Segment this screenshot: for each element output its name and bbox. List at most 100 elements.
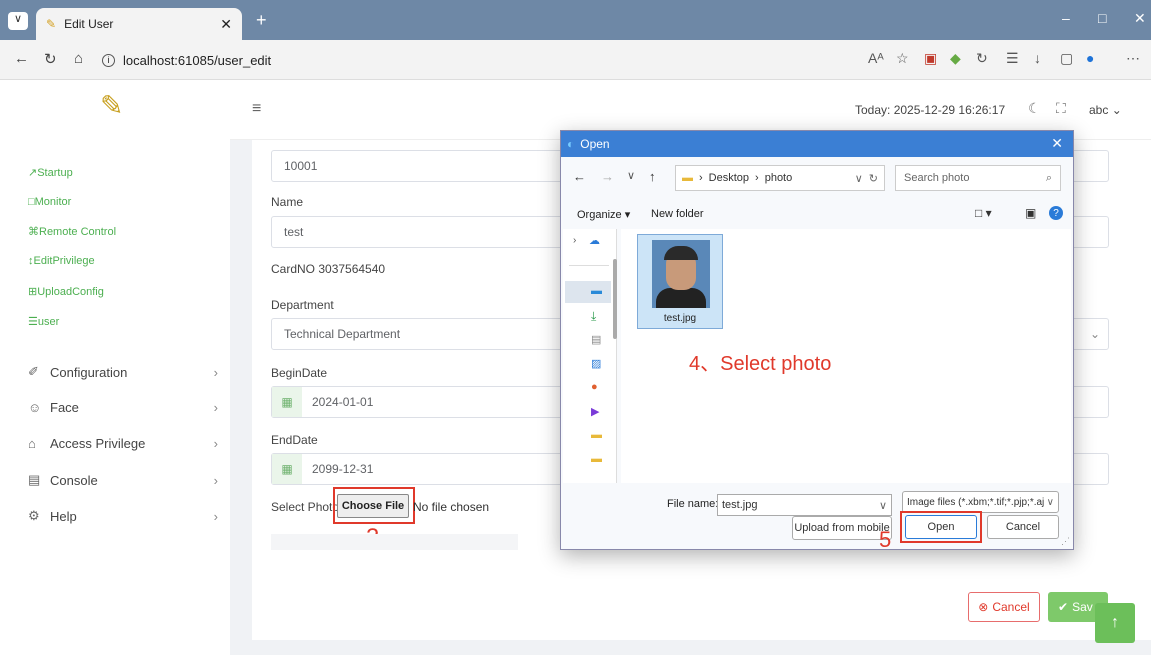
nav-item-desktop[interactable]: ▬ — [565, 281, 611, 303]
screenshot-icon[interactable]: ▢ — [1060, 50, 1073, 67]
file-name-value: test.jpg — [722, 499, 758, 511]
breadcrumb-sep: › — [755, 172, 759, 184]
theme-icon[interactable]: ☾ — [1028, 100, 1041, 117]
profile-icon[interactable]: ● — [1086, 50, 1094, 66]
folder-icon[interactable]: ▬ — [591, 453, 602, 465]
downloads-icon[interactable]: ⤓ — [591, 309, 596, 324]
gear-icon: ⚙ — [28, 508, 40, 523]
recent-locations-icon[interactable]: ∨ — [627, 169, 635, 182]
view-options-icon[interactable]: □ ▾ — [975, 206, 992, 220]
dialog-back-icon[interactable]: ← — [573, 169, 586, 184]
file-caption: test.jpg — [663, 313, 697, 324]
edge-icon: ◐ — [567, 137, 575, 151]
browser-tab[interactable]: ✎ Edit User ✕ — [36, 8, 242, 40]
chevron-right-icon: › — [213, 400, 218, 415]
more-icon[interactable]: ⋯ — [1126, 50, 1140, 67]
refresh-ext-icon[interactable]: ↻ — [976, 50, 988, 67]
desktop-icon: ▬ — [591, 285, 602, 297]
dialog-cancel-button[interactable]: Cancel — [987, 515, 1059, 539]
nav-divider — [569, 265, 609, 266]
videos-icon[interactable]: ▶ — [591, 405, 599, 418]
browser-tab-bar: ∨ ✎ Edit User ✕ + – □ ✕ — [0, 0, 1151, 40]
navigation-pane: › ☁ ▬ ⤓ ▤ ▨ ● ▶ ▬ ▬ — [563, 229, 617, 483]
documents-icon[interactable]: ▤ — [591, 333, 601, 346]
path-breadcrumb[interactable]: ▬ › Desktop › photo ∨ ↻ — [675, 165, 885, 191]
chevron-down-icon: ⌄ — [1089, 327, 1100, 341]
organize-button[interactable]: Organize ▾ — [577, 208, 630, 221]
download-icon[interactable]: ↓ — [1034, 50, 1041, 66]
refresh-icon[interactable]: ↻ — [44, 50, 57, 68]
file-type-select[interactable]: Image files (*.xbm;*.tif;*.pjp;*.aj ∨ — [902, 491, 1059, 513]
file-name-input[interactable]: test.jpg ∨ — [717, 494, 892, 516]
save-label: Sav — [1072, 600, 1093, 614]
begin-date-label: BeginDate — [271, 366, 328, 380]
breadcrumb-photo[interactable]: photo — [765, 172, 793, 184]
folder-icon[interactable]: ▬ — [591, 429, 602, 441]
extension2-icon[interactable]: ◆ — [950, 50, 961, 67]
window-close-icon[interactable]: ✕ — [1134, 10, 1146, 27]
new-tab-button[interactable]: + — [256, 10, 267, 31]
home-outline-icon: ⌂ — [28, 436, 36, 451]
onedrive-icon[interactable]: ☁ — [589, 234, 600, 247]
back-to-top-button[interactable]: ↑ — [1095, 603, 1135, 643]
tab-title: Edit User — [64, 17, 114, 31]
help-icon[interactable]: ? — [1049, 206, 1063, 220]
file-type-value: Image files (*.xbm;*.tif;*.pjp;*.aj — [907, 496, 1045, 508]
dialog-titlebar: ◐ Open — [561, 131, 1073, 157]
resize-grip-icon[interactable]: ⋰ — [1061, 536, 1070, 547]
shortcut-upload-config[interactable]: ⊞UploadConfig — [28, 285, 104, 298]
dialog-close-icon[interactable]: ✕ — [1051, 135, 1063, 152]
tab-list-button[interactable]: ∨ — [8, 12, 28, 30]
shortcut-monitor[interactable]: □Monitor — [28, 196, 71, 208]
begin-date-value: 2024-01-01 — [312, 395, 374, 409]
cancel-button[interactable]: ⊗ Cancel — [968, 592, 1040, 622]
shortcut-user[interactable]: ☰user — [28, 315, 59, 328]
menu-configuration[interactable]: ✐ Configuration › — [28, 364, 218, 380]
upload-from-mobile-button[interactable]: Upload from mobile — [792, 516, 892, 540]
preview-pane-icon[interactable]: ▣ — [1025, 206, 1036, 220]
breadcrumb-desktop[interactable]: Desktop — [709, 172, 749, 184]
favorite-star-icon[interactable]: ☆ — [896, 50, 909, 67]
choose-file-button[interactable]: Choose File — [337, 494, 409, 518]
read-aloud-icon[interactable]: Aᴬ — [868, 50, 884, 66]
menu-access-privilege[interactable]: ⌂ Access Privilege › — [28, 436, 218, 451]
favorites-icon[interactable]: ☰ — [1006, 50, 1019, 67]
shortcut-remote-control[interactable]: ⌘Remote Control — [28, 225, 116, 238]
console-icon: ▤ — [28, 472, 41, 487]
chevron-right-icon: › — [213, 508, 218, 524]
pictures-icon[interactable]: ▨ — [591, 357, 601, 370]
fullscreen-icon[interactable]: ⛶ — [1056, 100, 1066, 117]
url-bar[interactable]: i localhost:61085/user_edit — [102, 48, 972, 72]
path-refresh-icon[interactable]: ↻ — [869, 172, 878, 185]
minimize-icon[interactable]: – — [1062, 10, 1070, 26]
dialog-forward-icon[interactable]: → — [601, 169, 614, 184]
home-icon[interactable]: ⌂ — [74, 50, 83, 67]
nav-scrollbar[interactable] — [613, 259, 617, 339]
name-label: Name — [271, 195, 304, 209]
file-item-test-jpg[interactable]: test.jpg — [637, 234, 723, 329]
annotation-step-5: 5 — [879, 527, 892, 552]
today-datetime: Today: 2025-12-29 16:26:17 — [855, 103, 1006, 117]
path-dropdown-icon: ∨ — [854, 172, 863, 185]
music-icon[interactable]: ● — [591, 381, 598, 393]
menu-console[interactable]: ▤ Console › — [28, 472, 218, 488]
shortcut-edit-privilege[interactable]: ↕EditPrivilege — [28, 255, 95, 267]
new-folder-button[interactable]: New folder — [651, 208, 704, 220]
open-button[interactable]: Open — [905, 515, 977, 539]
dialog-title: Open — [580, 137, 610, 151]
search-photo-input[interactable]: Search photo ⌕ — [895, 165, 1061, 191]
up-folder-icon[interactable]: ↑ — [649, 169, 656, 184]
menu-face[interactable]: ☺ Face › — [28, 400, 218, 415]
maximize-icon[interactable]: □ — [1098, 10, 1106, 26]
end-date-value: 2099-12-31 — [312, 462, 374, 476]
search-placeholder: Search photo — [904, 172, 970, 184]
tab-close-icon[interactable]: ✕ — [220, 16, 232, 33]
shortcut-startup[interactable]: ↗Startup — [28, 166, 73, 179]
thumbnail-hair — [664, 246, 698, 260]
back-icon[interactable]: ← — [14, 50, 29, 67]
menu-help[interactable]: ⚙ Help › — [28, 508, 218, 524]
hamburger-icon[interactable]: ≡ — [252, 100, 261, 118]
expand-icon[interactable]: › — [573, 235, 576, 246]
user-menu[interactable]: abc ⌄ — [1089, 103, 1122, 117]
extension-icon[interactable]: ▣ — [924, 50, 937, 67]
